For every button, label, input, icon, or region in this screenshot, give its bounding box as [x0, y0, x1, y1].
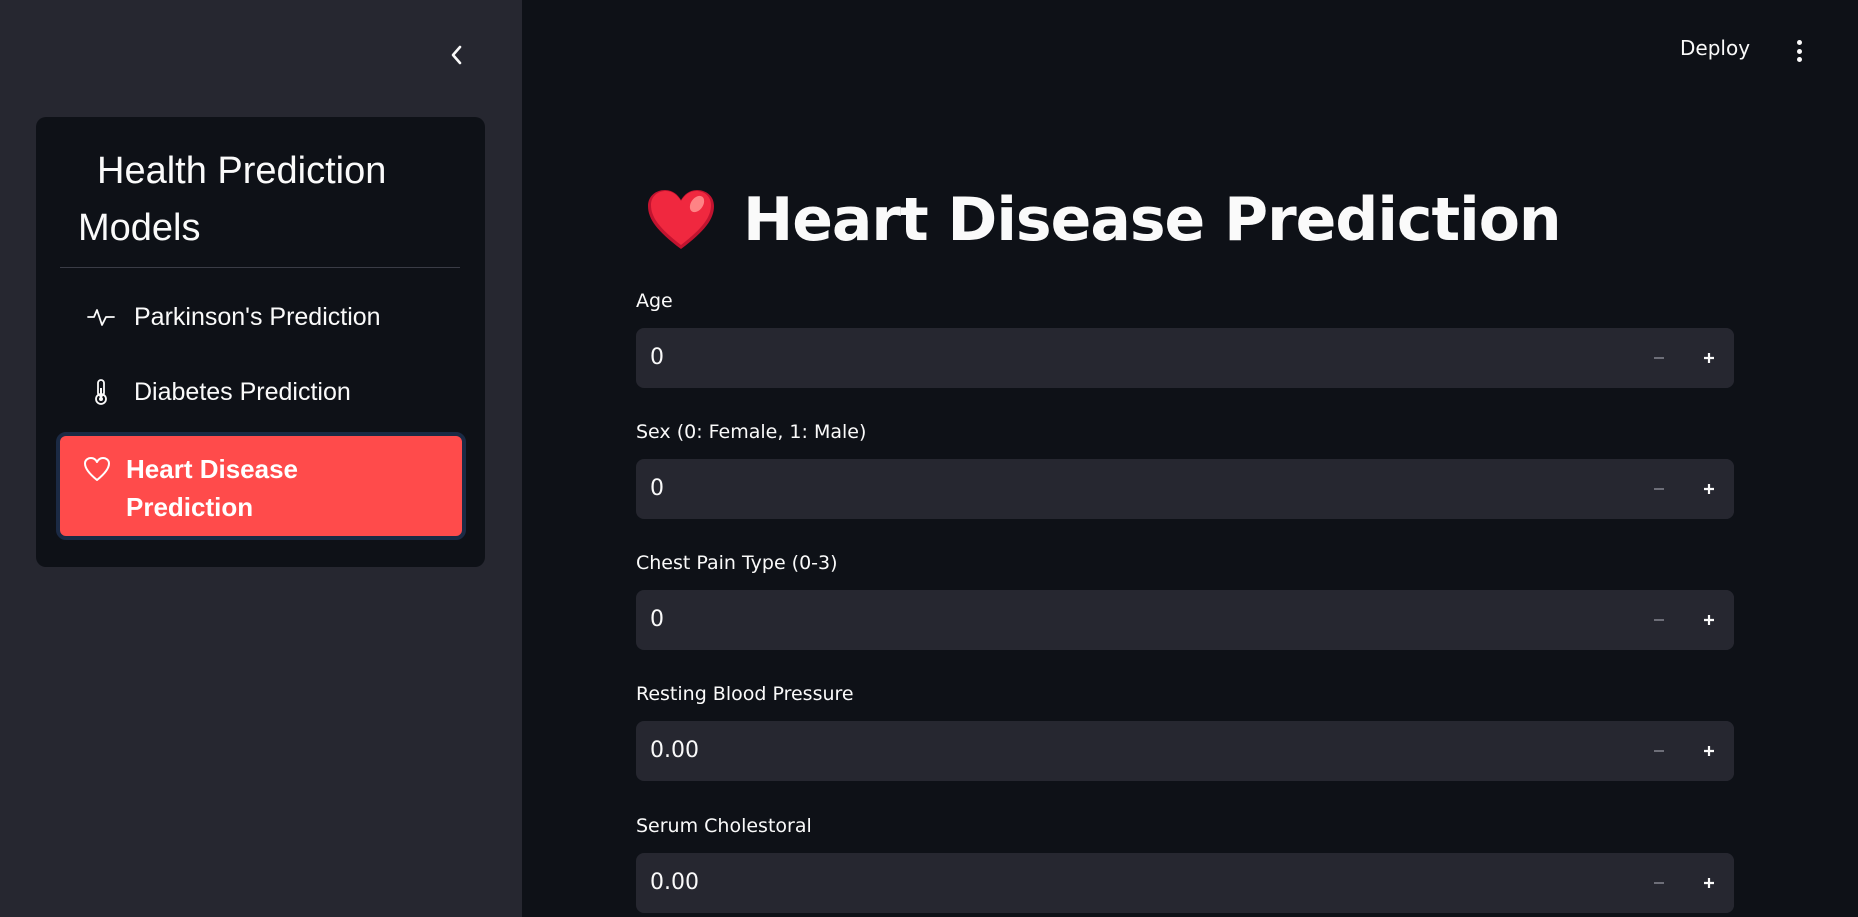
sex-input: 0 — [636, 459, 1734, 519]
decrement-button[interactable] — [1634, 853, 1684, 913]
plus-icon — [1704, 746, 1714, 756]
increment-button[interactable] — [1684, 328, 1734, 388]
sidebar-item-diabetes[interactable]: Diabetes Prediction — [60, 358, 460, 426]
page-title-text: Heart Disease Prediction — [743, 185, 1562, 255]
decrement-button[interactable] — [1634, 328, 1684, 388]
option-menu: Health Prediction Models Parkinson's Pre… — [36, 117, 485, 567]
serum-cholestoral-value[interactable]: 0.00 — [650, 853, 699, 913]
plus-icon — [1704, 878, 1714, 888]
kebab-dot — [1796, 40, 1802, 45]
increment-button[interactable] — [1684, 853, 1734, 913]
sidebar-item-label: Heart Disease Prediction — [126, 454, 298, 522]
decrement-button[interactable] — [1634, 721, 1684, 781]
field-label-age: Age — [636, 290, 673, 312]
collapse-sidebar-button[interactable] — [442, 40, 472, 70]
sidebar-item-label: Parkinson's Prediction — [134, 302, 381, 331]
field-label-serum-cholestoral: Serum Cholestoral — [636, 815, 812, 837]
decrement-button[interactable] — [1634, 459, 1684, 519]
resting-bp-value[interactable]: 0.00 — [650, 721, 699, 781]
menu-divider — [60, 267, 460, 268]
field-label-chest-pain: Chest Pain Type (0-3) — [636, 552, 838, 574]
decrement-button[interactable] — [1634, 590, 1684, 650]
minus-icon — [1654, 882, 1664, 884]
increment-button[interactable] — [1684, 721, 1734, 781]
menu-title: Health Prediction Models — [78, 150, 387, 249]
field-label-sex: Sex (0: Female, 1: Male) — [636, 421, 867, 443]
minus-icon — [1654, 619, 1664, 621]
plus-icon — [1704, 353, 1714, 363]
increment-button[interactable] — [1684, 590, 1734, 650]
resting-bp-input: 0.00 — [636, 721, 1734, 781]
plus-icon — [1704, 615, 1714, 625]
sidebar-item-label: Diabetes Prediction — [134, 377, 351, 406]
field-label-resting-bp: Resting Blood Pressure — [636, 683, 854, 705]
minus-icon — [1654, 357, 1664, 359]
increment-button[interactable] — [1684, 459, 1734, 519]
serum-cholestoral-input: 0.00 — [636, 853, 1734, 913]
heart-icon — [82, 454, 112, 484]
sidebar-item-heart-disease[interactable]: Heart Disease Prediction — [56, 432, 466, 540]
kebab-dot — [1796, 48, 1802, 54]
main-menu-button[interactable] — [1784, 34, 1814, 68]
activity-icon — [86, 302, 116, 332]
plus-icon — [1704, 484, 1714, 494]
sidebar: Health Prediction Models Parkinson's Pre… — [0, 0, 522, 917]
deploy-button[interactable]: Deploy — [1680, 36, 1750, 60]
chest-pain-value[interactable]: 0 — [650, 590, 664, 650]
kebab-dot — [1796, 57, 1802, 62]
chest-pain-input: 0 — [636, 590, 1734, 650]
age-input: 0 — [636, 328, 1734, 388]
page-title: Heart Disease Prediction — [645, 180, 1562, 260]
minus-icon — [1654, 750, 1664, 752]
sex-value[interactable]: 0 — [650, 459, 664, 519]
sidebar-item-parkinsons[interactable]: Parkinson's Prediction — [60, 283, 460, 351]
red-heart-emoji-icon — [648, 190, 714, 249]
thermometer-icon — [86, 377, 116, 407]
minus-icon — [1654, 488, 1664, 490]
age-value[interactable]: 0 — [650, 328, 664, 388]
chevron-left-icon — [451, 45, 462, 65]
